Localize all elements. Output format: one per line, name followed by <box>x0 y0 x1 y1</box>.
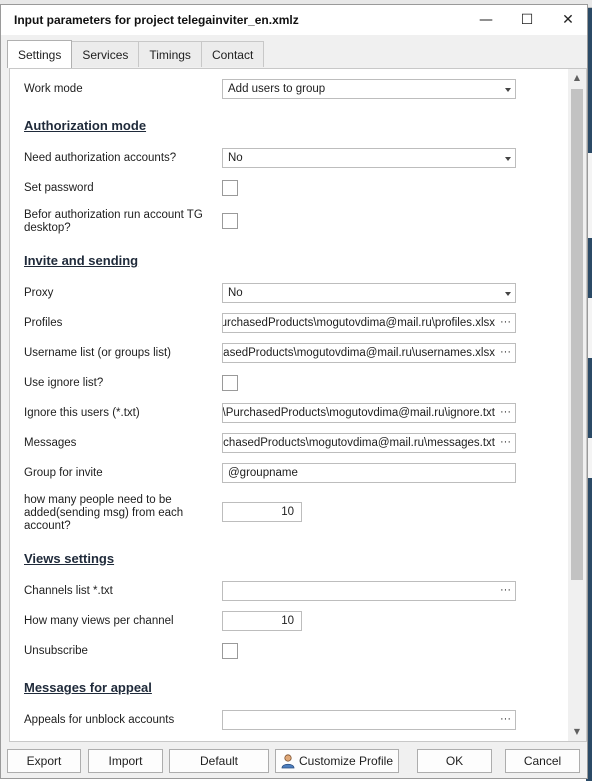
scroll-down-icon[interactable]: ▼ <box>568 723 586 741</box>
browse-button[interactable]: ··· <box>496 434 515 452</box>
appeals-path-input[interactable]: ··· <box>222 710 516 730</box>
button-bar: Export Import Default Customize Profile … <box>1 746 587 776</box>
tab-bar: Settings Services Timings Contact <box>7 40 265 68</box>
minimize-button[interactable]: — <box>464 5 508 35</box>
messages-label: Messages <box>24 437 77 449</box>
username-list-label: Username list (or groups list) <box>24 347 171 359</box>
customize-profile-label: Customize Profile <box>298 754 394 768</box>
need-auth-value: No <box>228 152 243 164</box>
close-button[interactable]: ✕ <box>546 5 590 35</box>
work-mode-label: Work mode <box>24 83 83 95</box>
ignore-users-path-value: x\PurchasedProducts\mogutovdima@mail.ru\… <box>222 407 495 419</box>
dialog-window: Input parameters for project telegainvit… <box>0 4 588 779</box>
views-per-channel-input[interactable]: 10 <box>222 611 302 631</box>
ok-button[interactable]: OK <box>417 749 492 773</box>
scroll-up-icon[interactable]: ▲ <box>568 69 586 87</box>
cancel-button[interactable]: Cancel <box>505 749 580 773</box>
browse-button[interactable]: ··· <box>496 582 515 600</box>
title-bar: Input parameters for project telegainvit… <box>1 5 587 35</box>
export-button[interactable]: Export <box>7 749 81 773</box>
chevron-down-icon <box>505 292 511 296</box>
browse-button[interactable]: ··· <box>496 404 515 422</box>
work-mode-value: Add users to group <box>228 83 326 95</box>
people-per-account-label: how many people need to be added(sending… <box>24 494 184 532</box>
scrollbar-thumb[interactable] <box>571 89 583 580</box>
proxy-select[interactable]: No <box>222 283 516 303</box>
set-password-label: Set password <box>24 182 94 194</box>
group-invite-label: Group for invite <box>24 467 103 479</box>
proxy-value: No <box>228 287 243 299</box>
tab-contact[interactable]: Contact <box>200 41 265 67</box>
default-button[interactable]: Default <box>169 749 269 773</box>
people-per-account-input[interactable]: 10 <box>222 502 302 522</box>
set-password-checkbox[interactable] <box>222 180 238 196</box>
browse-button[interactable]: ··· <box>496 711 515 729</box>
chevron-down-icon <box>505 88 511 92</box>
group-invite-input[interactable]: @groupname <box>222 463 516 483</box>
profiles-path-value: \PurchasedProducts\mogutovdima@mail.ru\p… <box>222 317 495 329</box>
browse-button[interactable]: ··· <box>496 344 515 362</box>
username-list-path-value: chasedProducts\mogutovdima@mail.ru\usern… <box>222 347 495 359</box>
section-authorization-mode: Authorization mode <box>24 118 147 133</box>
unsubscribe-checkbox[interactable] <box>222 643 238 659</box>
need-auth-label: Need authorization accounts? <box>24 152 177 164</box>
run-tg-desktop-label: Befor authorization run account TG deskt… <box>24 209 203 234</box>
section-views-settings: Views settings <box>24 551 115 566</box>
customize-profile-button[interactable]: Customize Profile <box>275 749 399 773</box>
ignore-users-path-input[interactable]: x\PurchasedProducts\mogutovdima@mail.ru\… <box>222 403 516 423</box>
messages-path-input[interactable]: urchasedProducts\mogutovdima@mail.ru\mes… <box>222 433 516 453</box>
messages-path-value: urchasedProducts\mogutovdima@mail.ru\mes… <box>222 437 495 449</box>
username-list-path-input[interactable]: chasedProducts\mogutovdima@mail.ru\usern… <box>222 343 516 363</box>
section-messages-for-appeal: Messages for appeal <box>24 680 152 695</box>
need-auth-select[interactable]: No <box>222 148 516 168</box>
browse-button[interactable]: ··· <box>496 314 515 332</box>
work-mode-select[interactable]: Add users to group <box>222 79 516 99</box>
profiles-path-input[interactable]: \PurchasedProducts\mogutovdima@mail.ru\p… <box>222 313 516 333</box>
tab-timings[interactable]: Timings <box>138 41 202 67</box>
proxy-label: Proxy <box>24 287 54 299</box>
channels-list-label: Channels list *.txt <box>24 585 113 597</box>
window-title: Input parameters for project telegainvit… <box>14 13 299 27</box>
views-per-channel-label: How many views per channel <box>24 615 174 627</box>
appeals-label: Appeals for unblock accounts <box>24 714 175 726</box>
run-tg-desktop-checkbox[interactable] <box>222 213 238 229</box>
tab-settings[interactable]: Settings <box>7 40 73 68</box>
vertical-scrollbar[interactable]: ▲ ▼ <box>568 69 586 741</box>
use-ignore-label: Use ignore list? <box>24 377 104 389</box>
import-button[interactable]: Import <box>88 749 163 773</box>
user-profile-icon <box>281 754 295 769</box>
maximize-button[interactable]: ☐ <box>505 5 549 35</box>
unsubscribe-label: Unsubscribe <box>24 645 88 657</box>
settings-panel: Work mode Add users to group Authorizati… <box>9 68 587 742</box>
chevron-down-icon <box>505 157 511 161</box>
section-invite-and-sending: Invite and sending <box>24 253 139 268</box>
use-ignore-checkbox[interactable] <box>222 375 238 391</box>
channels-list-path-input[interactable]: ··· <box>222 581 516 601</box>
profiles-label: Profiles <box>24 317 63 329</box>
ignore-users-label: Ignore this users (*.txt) <box>24 407 140 419</box>
tab-services[interactable]: Services <box>71 41 140 67</box>
